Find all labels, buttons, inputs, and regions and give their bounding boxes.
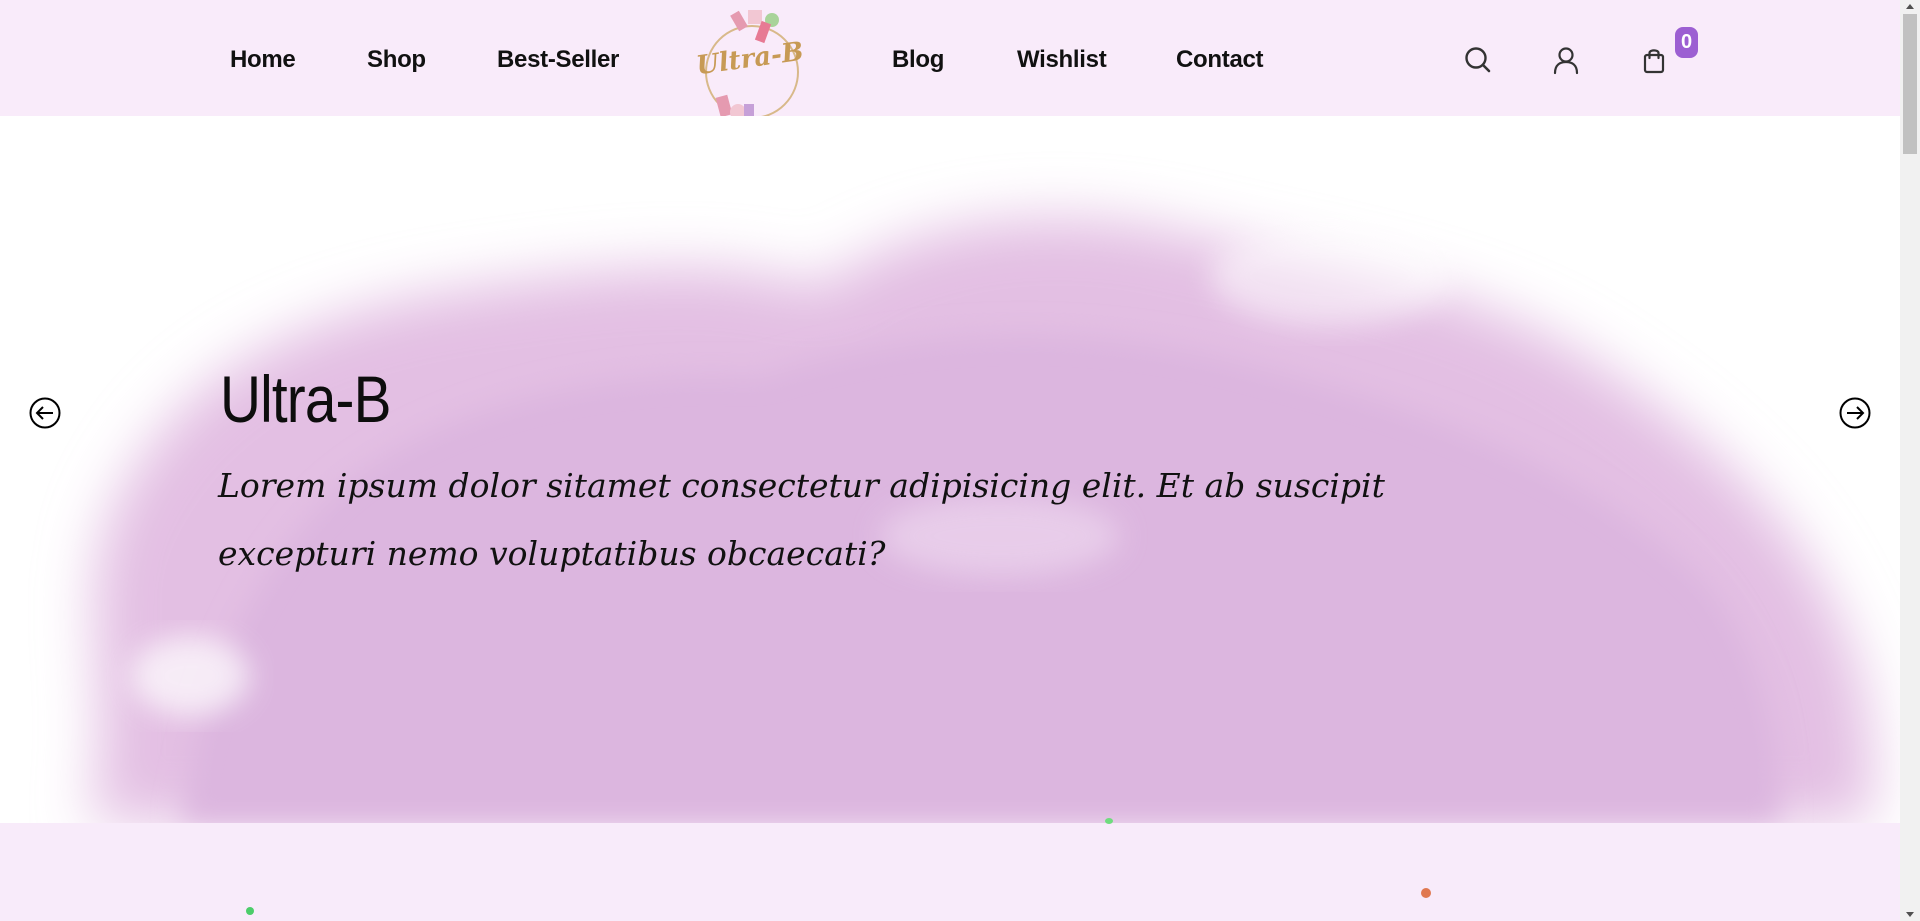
scroll-up-icon[interactable] bbox=[1906, 4, 1914, 9]
nav-shop[interactable]: Shop bbox=[367, 46, 426, 74]
nav-wishlist[interactable]: Wishlist bbox=[1017, 46, 1107, 74]
nav-contact[interactable]: Contact bbox=[1176, 46, 1264, 74]
site-header: Home Shop Best-Seller Ultra-B Blog Wishl… bbox=[0, 0, 1900, 126]
arrow-left-circle-icon[interactable] bbox=[28, 396, 62, 430]
shopping-bag-icon[interactable] bbox=[1638, 44, 1670, 76]
hero-slider: Ultra-B Lorem ipsum dolor sitamet consec… bbox=[0, 116, 1900, 823]
nav-blog[interactable]: Blog bbox=[892, 46, 944, 74]
scroll-thumb[interactable] bbox=[1903, 14, 1917, 154]
decorative-dot bbox=[1105, 818, 1113, 824]
decorative-dot bbox=[1421, 888, 1431, 898]
decorative-dot bbox=[246, 907, 254, 915]
site-logo[interactable]: Ultra-B bbox=[690, 4, 810, 132]
arrow-right-circle-icon[interactable] bbox=[1838, 396, 1872, 430]
user-icon[interactable] bbox=[1550, 44, 1582, 76]
hero-description: Lorem ipsum dolor sitamet consectetur ad… bbox=[218, 466, 1385, 573]
search-icon[interactable] bbox=[1462, 44, 1494, 76]
cart-count-badge: 0 bbox=[1675, 27, 1698, 58]
nav-best-seller[interactable]: Best-Seller bbox=[497, 46, 619, 74]
scroll-down-icon[interactable] bbox=[1906, 912, 1914, 917]
nav-home[interactable]: Home bbox=[230, 46, 296, 74]
hero-title: Ultra-B bbox=[220, 362, 391, 436]
page-scrollbar[interactable] bbox=[1900, 0, 1920, 921]
